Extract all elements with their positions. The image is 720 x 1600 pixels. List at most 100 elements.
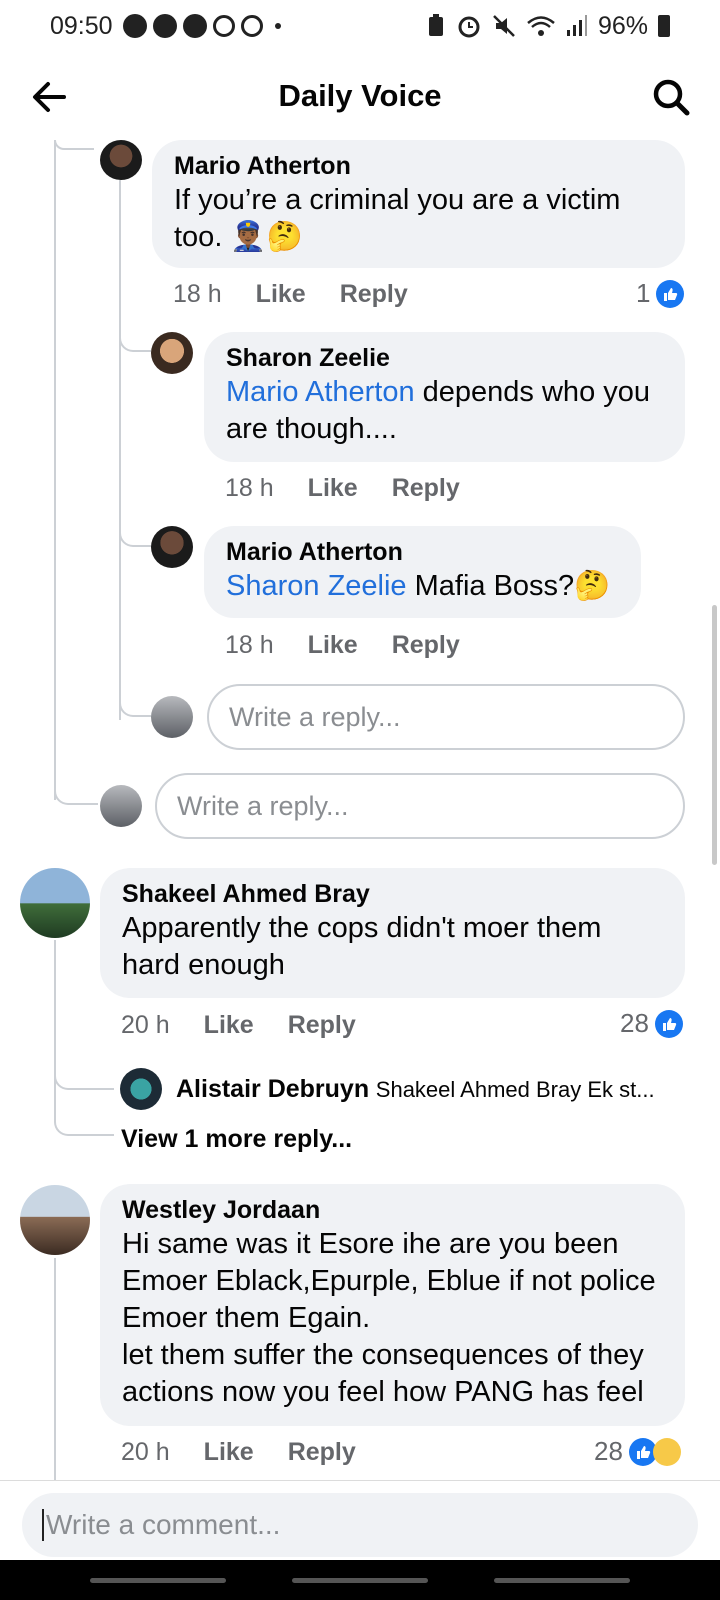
reaction-count[interactable]: 1 xyxy=(636,278,685,309)
notification-icons xyxy=(122,14,281,38)
reply-button[interactable]: Reply xyxy=(288,1011,356,1040)
avatar[interactable] xyxy=(20,868,90,938)
messenger-icon xyxy=(152,14,177,38)
back-nav-button[interactable] xyxy=(494,1578,630,1583)
system-nav-bar xyxy=(0,1560,720,1600)
thread-connector xyxy=(54,1100,114,1136)
reply-button[interactable]: Reply xyxy=(392,631,460,660)
status-time: 09:50 xyxy=(50,11,113,40)
wifi-icon xyxy=(527,16,555,36)
reply-input[interactable]: Write a reply... xyxy=(207,684,685,750)
reply-button[interactable]: Reply xyxy=(288,1438,356,1467)
reply-author[interactable]: Alistair Debruyn xyxy=(176,1075,369,1103)
reply-snippet: Shakeel Ahmed Bray Ek st... xyxy=(375,1077,655,1102)
battery-percent: 96% xyxy=(597,11,648,40)
system-icons: 96% xyxy=(426,12,670,41)
thread-connector xyxy=(119,685,151,717)
comment-author[interactable]: Shakeel Ahmed Bray xyxy=(122,878,663,910)
thumbs-up-icon xyxy=(656,279,685,308)
comment-actions: 18 h Like Reply xyxy=(225,474,494,503)
comment-bubble[interactable]: Sharon Zeelie Mario Atherton depends who… xyxy=(204,332,685,462)
comment-text: Apparently the cops didn't moer them har… xyxy=(122,912,602,981)
comment-text: Sharon Zeelie Mafia Boss?🤔 xyxy=(226,568,619,605)
comment-time: 18 h xyxy=(225,474,274,502)
comment-bubble[interactable]: Mario Atherton If you’re a criminal you … xyxy=(152,140,685,268)
like-button[interactable]: Like xyxy=(204,1011,254,1040)
search-icon[interactable] xyxy=(650,76,692,118)
reaction-number: 28 xyxy=(594,1436,623,1466)
haha-reaction-icon xyxy=(652,1437,681,1466)
comment-author[interactable]: Westley Jordaan xyxy=(122,1194,663,1226)
messenger-icon xyxy=(122,14,147,38)
avatar xyxy=(100,785,142,827)
reply-preview[interactable]: Alistair Debruyn Shakeel Ahmed Bray Ek s… xyxy=(176,1075,686,1104)
status-bar: 09:50 96% xyxy=(0,0,720,52)
recent-apps-button[interactable] xyxy=(90,1578,226,1583)
alarm-icon xyxy=(458,16,480,38)
comment-author[interactable]: Mario Atherton xyxy=(226,536,619,568)
reply-button[interactable]: Reply xyxy=(340,280,408,309)
comment-actions: 20 h Like Reply xyxy=(121,1438,390,1467)
like-button[interactable]: Like xyxy=(308,631,358,660)
recycle-icon xyxy=(240,15,263,37)
comment-actions: 18 h Like Reply xyxy=(225,631,494,660)
comment-input[interactable]: Write a comment... xyxy=(22,1493,698,1557)
text-caret xyxy=(42,1509,44,1541)
recycle-icon xyxy=(212,15,235,37)
mention-link[interactable]: Sharon Zeelie xyxy=(226,570,407,602)
battery-icon xyxy=(658,15,670,37)
thread-connector xyxy=(119,320,151,352)
comment-body: Mafia Boss?🤔 xyxy=(406,570,611,602)
thread-connector xyxy=(54,775,98,805)
like-button[interactable]: Like xyxy=(256,280,306,309)
avatar[interactable] xyxy=(151,332,193,374)
comment-placeholder: Write a comment... xyxy=(46,1509,281,1540)
comment-actions: 18 h Like Reply xyxy=(173,280,442,309)
mute-icon xyxy=(493,15,515,37)
battery-saver-icon xyxy=(428,14,443,36)
comment-text: Mario Atherton depends who you are thoug… xyxy=(226,374,663,448)
page-title: Daily Voice xyxy=(278,78,442,113)
comment-author[interactable]: Sharon Zeelie xyxy=(226,342,663,374)
avatar[interactable] xyxy=(151,526,193,568)
reaction-count[interactable]: 28 xyxy=(594,1436,681,1467)
reaction-count[interactable]: 28 xyxy=(620,1008,683,1039)
comment-time: 18 h xyxy=(225,631,274,659)
comment-time: 20 h xyxy=(121,1011,170,1039)
reply-button[interactable]: Reply xyxy=(392,474,460,503)
view-more-replies[interactable]: View 1 more reply... xyxy=(121,1125,352,1154)
signal-icon xyxy=(566,15,587,36)
avatar[interactable] xyxy=(100,140,142,180)
avatar[interactable] xyxy=(120,1068,162,1110)
app-header: Daily Voice xyxy=(0,52,720,140)
thread-line xyxy=(54,940,56,1120)
comment-time: 20 h xyxy=(121,1438,170,1466)
thread-line xyxy=(119,180,121,720)
mention-link[interactable]: Mario Atherton xyxy=(226,376,415,408)
comment-text: Hi same was it Esore ihe are you been Em… xyxy=(122,1228,656,1408)
scrollbar[interactable] xyxy=(712,605,717,865)
avatar xyxy=(151,696,193,738)
comment-composer: Write a comment... xyxy=(0,1480,720,1560)
thread-connector xyxy=(119,515,151,547)
comments-list[interactable]: Mario Atherton If you’re a criminal you … xyxy=(0,140,720,1480)
comment-bubble[interactable]: Mario Atherton Sharon Zeelie Mafia Boss?… xyxy=(204,526,641,618)
comment-text: If you’re a criminal you are a victim to… xyxy=(174,184,621,253)
messenger-icon xyxy=(182,14,207,38)
reply-input[interactable]: Write a reply... xyxy=(155,773,685,839)
thread-line xyxy=(54,1258,56,1480)
reaction-number: 1 xyxy=(636,278,651,308)
comment-actions: 20 h Like Reply xyxy=(121,1011,390,1040)
thread-connector xyxy=(54,1060,114,1090)
comment-bubble[interactable]: Westley Jordaan Hi same was it Esore ihe… xyxy=(100,1184,685,1426)
comment-author[interactable]: Mario Atherton xyxy=(174,150,663,182)
thread-line xyxy=(54,140,56,800)
more-notifications-icon xyxy=(274,23,281,29)
home-button[interactable] xyxy=(292,1578,428,1583)
thumbs-up-icon xyxy=(654,1009,683,1038)
like-button[interactable]: Like xyxy=(308,474,358,503)
comment-bubble[interactable]: Shakeel Ahmed Bray Apparently the cops d… xyxy=(100,868,685,998)
like-button[interactable]: Like xyxy=(204,1438,254,1467)
thread-connector xyxy=(54,140,94,150)
avatar[interactable] xyxy=(20,1185,90,1255)
